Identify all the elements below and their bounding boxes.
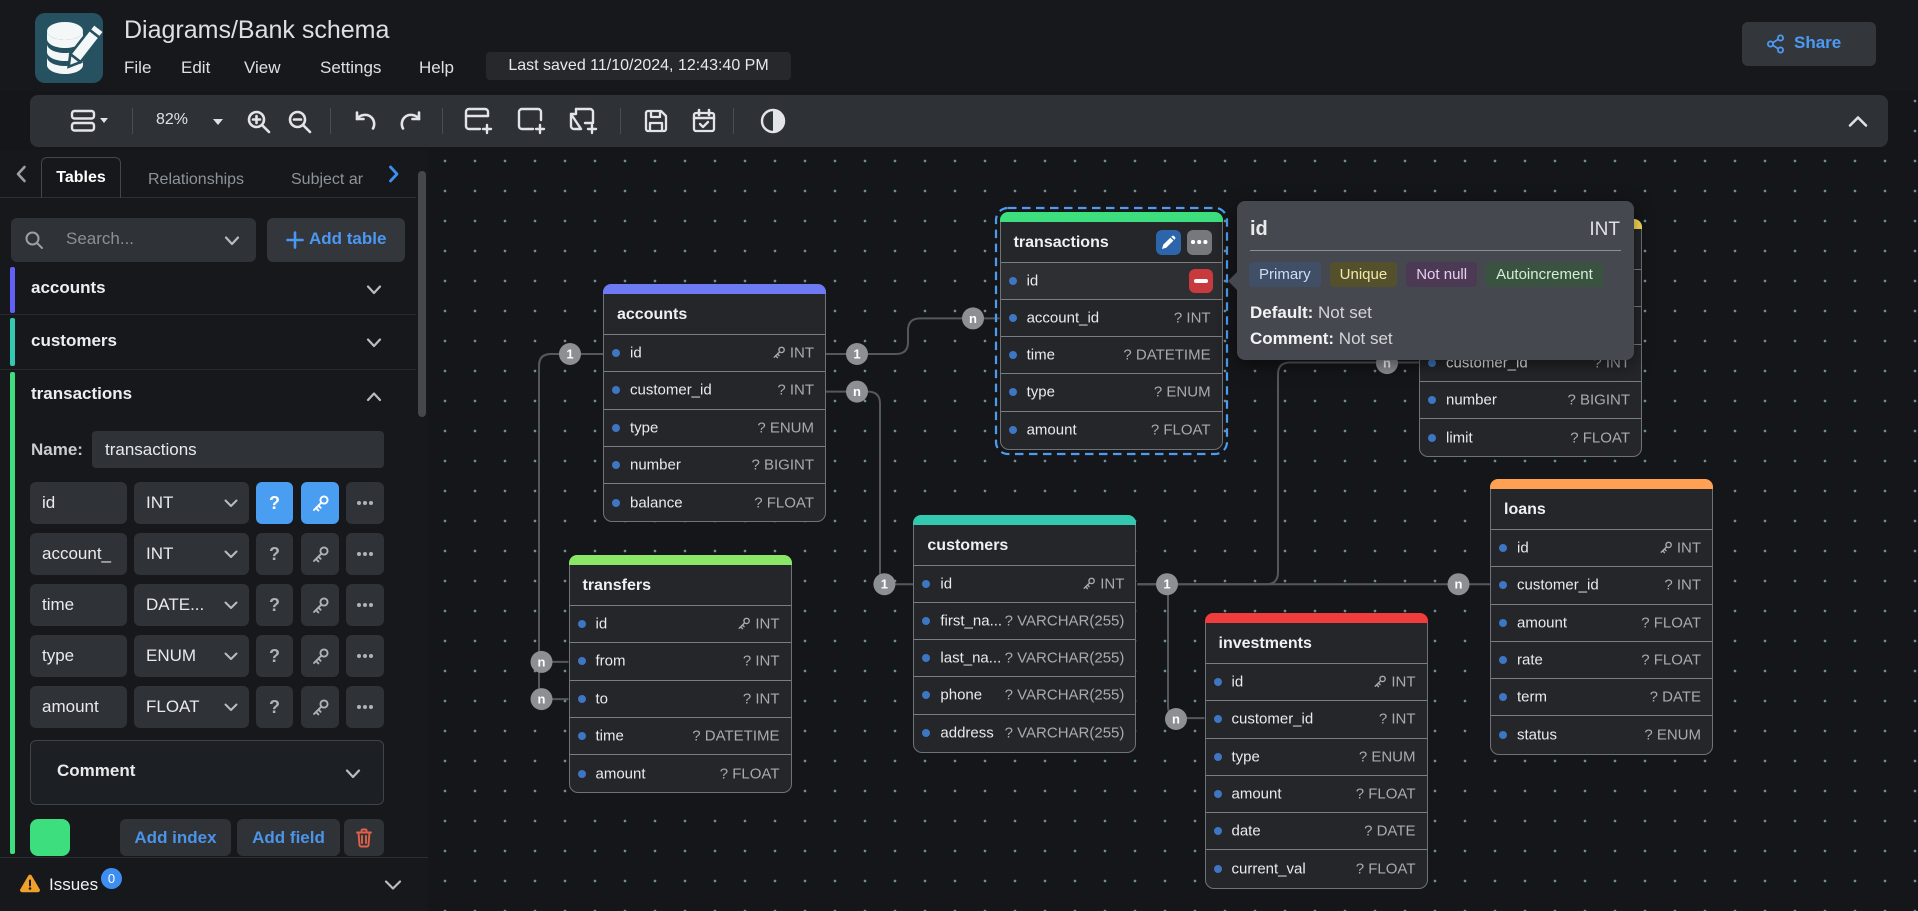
svg-text:1: 1 <box>1163 577 1170 592</box>
svg-text:1: 1 <box>853 347 860 362</box>
svg-text:n: n <box>1455 577 1463 592</box>
svg-text:n: n <box>538 654 546 669</box>
svg-text:n: n <box>853 384 861 399</box>
svg-text:n: n <box>1172 712 1180 727</box>
svg-text:n: n <box>969 311 977 326</box>
svg-text:1: 1 <box>881 577 888 592</box>
svg-text:1: 1 <box>566 347 573 362</box>
svg-text:n: n <box>538 692 546 707</box>
